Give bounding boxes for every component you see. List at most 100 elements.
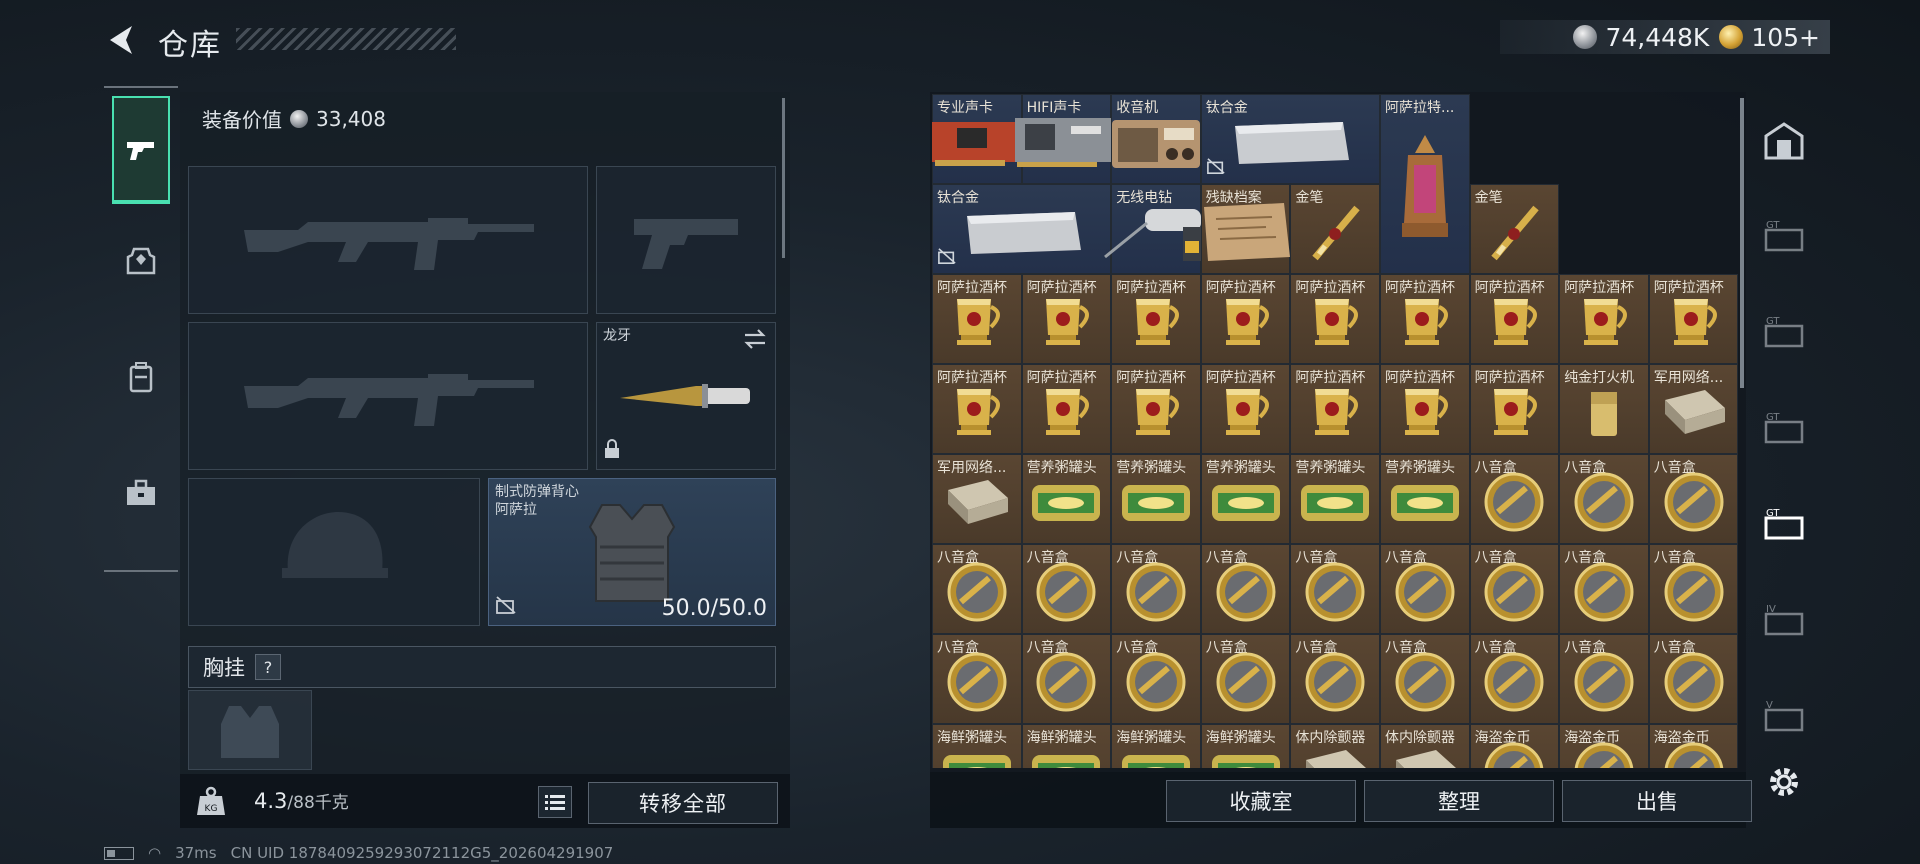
transfer-all-button[interactable]: 转移全部 (588, 782, 778, 824)
pistol-slot[interactable] (596, 166, 776, 314)
stash-item[interactable]: 营养粥罐头 (1021, 454, 1112, 544)
stash-item[interactable]: 八音盒 (1380, 634, 1470, 724)
stash-item[interactable]: 体内除颤器 (1290, 724, 1380, 768)
stash-item[interactable]: 阿萨拉酒杯 (1021, 364, 1112, 454)
help-button[interactable]: ? (255, 654, 281, 680)
stash-item[interactable]: 阿萨拉酒杯 (1380, 274, 1470, 364)
stash-item[interactable]: 八音盒 (1200, 634, 1291, 724)
tab-stash-gt1[interactable]: GT (1754, 188, 1814, 284)
stash-item[interactable]: 八音盒 (1648, 634, 1739, 724)
tab-case[interactable] (104, 436, 178, 552)
tab-weapons[interactable] (112, 96, 170, 204)
stash-item[interactable]: 八音盒 (1021, 544, 1112, 634)
stash-item[interactable]: 钛合金 (932, 184, 1112, 274)
stash-item[interactable]: 八音盒 (1469, 454, 1560, 544)
stash-item[interactable]: 海鲜粥罐头 (1200, 724, 1291, 768)
gold-currency[interactable]: 105+ (1719, 23, 1820, 52)
stash-item[interactable]: 海盗金币 (1469, 724, 1560, 768)
tab-gear[interactable] (104, 204, 178, 320)
stash-item[interactable]: 八音盒 (1469, 544, 1560, 634)
tab-backpack[interactable] (104, 320, 178, 436)
helmet-slot[interactable] (188, 478, 480, 626)
module-icon (1390, 744, 1460, 768)
stash-item[interactable]: 八音盒 (1559, 544, 1649, 634)
tab-stash-gt3[interactable]: GT (1754, 380, 1814, 476)
stash-item[interactable]: 阿萨拉酒杯 (1290, 274, 1380, 364)
primary-weapon-slot[interactable] (188, 166, 588, 314)
stash-item[interactable]: 阿萨拉酒杯 (932, 364, 1022, 454)
chest-rig-slot[interactable] (188, 690, 312, 770)
stash-item[interactable]: 营养粥罐头 (1290, 454, 1380, 544)
musicbox-icon (1303, 560, 1367, 628)
stash-item[interactable]: 阿萨拉酒杯 (1200, 274, 1291, 364)
stash-item[interactable]: 金笔 (1469, 184, 1560, 274)
list-view-button[interactable] (538, 786, 572, 818)
stash-item[interactable]: 八音盒 (1290, 544, 1380, 634)
stash-item[interactable]: 海盗金币 (1648, 724, 1739, 768)
stash-item[interactable]: 残缺档案 (1200, 184, 1291, 274)
stash-item[interactable]: 体内除颤器 (1380, 724, 1470, 768)
stash-item[interactable]: 钛合金 (1200, 94, 1380, 184)
stash-item[interactable]: 阿萨拉酒杯 (1111, 364, 1201, 454)
stash-item[interactable]: 阿萨拉酒杯 (1559, 274, 1649, 364)
stash-item[interactable]: 金笔 (1290, 184, 1380, 274)
stash-item[interactable]: 阿萨拉酒杯 (1200, 364, 1291, 454)
stash-item[interactable]: 海鲜粥罐头 (932, 724, 1022, 768)
tab-stash-iv[interactable]: IV (1754, 572, 1814, 668)
stash-item[interactable]: 收音机 (1111, 94, 1201, 184)
stash-item[interactable]: 专业声卡 (932, 94, 1022, 184)
secondary-weapon-slot[interactable] (188, 322, 588, 470)
stash-item[interactable]: 八音盒 (1111, 544, 1201, 634)
stash-scrollbar[interactable] (1740, 98, 1744, 388)
stash-item[interactable]: 八音盒 (1469, 634, 1560, 724)
stash-item[interactable]: 阿萨拉酒杯 (1021, 274, 1112, 364)
stash-item[interactable]: 军用网络... (932, 454, 1022, 544)
stash-item[interactable]: 八音盒 (1380, 544, 1470, 634)
stash-item[interactable]: 海鲜粥罐头 (1111, 724, 1201, 768)
stash-item[interactable]: 无线电钻 (1104, 184, 1201, 274)
stash-item[interactable]: 阿萨拉特... (1380, 94, 1470, 274)
back-button[interactable] (104, 22, 140, 58)
stash-item[interactable]: 营养粥罐头 (1380, 454, 1470, 544)
stash-item[interactable]: 阿萨拉酒杯 (1111, 274, 1201, 364)
stash-item[interactable]: 海盗金币 (1559, 724, 1649, 768)
tab-stash-gt4-active[interactable]: GT (1754, 476, 1814, 572)
stash-item[interactable]: 八音盒 (1111, 634, 1201, 724)
stash-item[interactable]: 营养粥罐头 (1200, 454, 1291, 544)
stash-item[interactable]: 八音盒 (1648, 454, 1739, 544)
stash-item-name: 营养粥罐头 (1116, 460, 1187, 476)
tab-stash-v[interactable]: V (1754, 668, 1814, 764)
stash-item[interactable]: 八音盒 (1200, 544, 1291, 634)
stash-item[interactable]: 八音盒 (932, 634, 1022, 724)
stash-item[interactable]: 八音盒 (1559, 454, 1649, 544)
settings-button[interactable] (1764, 762, 1804, 802)
stash-item[interactable]: 营养粥罐头 (1111, 454, 1201, 544)
stash-item[interactable]: 八音盒 (1559, 634, 1649, 724)
collection-room-button[interactable]: 收藏室 (1166, 780, 1356, 822)
silver-coin-icon (290, 109, 308, 128)
battery-icon (104, 846, 134, 860)
stash-item[interactable]: 八音盒 (932, 544, 1022, 634)
chest-rig-label: 胸挂 (203, 656, 245, 680)
stash-item[interactable]: 阿萨拉酒杯 (1380, 364, 1470, 454)
stash-item[interactable]: 阿萨拉酒杯 (1469, 274, 1560, 364)
stash-item[interactable]: 八音盒 (1290, 634, 1380, 724)
stash-item[interactable]: 阿萨拉酒杯 (1290, 364, 1380, 454)
tab-stash-gt2[interactable]: GT (1754, 284, 1814, 380)
stash-item[interactable]: 八音盒 (1021, 634, 1112, 724)
melee-slot[interactable]: 龙牙 (596, 322, 776, 470)
stash-item[interactable]: 八音盒 (1648, 544, 1739, 634)
stash-item[interactable]: 阿萨拉酒杯 (932, 274, 1022, 364)
stash-item[interactable]: 阿萨拉酒杯 (1648, 274, 1739, 364)
sort-button[interactable]: 整理 (1364, 780, 1554, 822)
stash-item[interactable]: 海鲜粥罐头 (1021, 724, 1112, 768)
stash-item[interactable]: 纯金打火机 (1559, 364, 1649, 454)
body-armor-slot[interactable]: 制式防弹背心 阿萨拉 50.0/50.0 (488, 478, 776, 626)
sell-button[interactable]: 出售 (1562, 780, 1752, 822)
musicbox-icon (1482, 650, 1546, 718)
stash-item[interactable]: 阿萨拉酒杯 (1469, 364, 1560, 454)
stash-item[interactable]: 军用网络... (1648, 364, 1739, 454)
tab-stash-main[interactable] (1754, 92, 1814, 188)
equipment-scrollbar[interactable] (782, 98, 785, 258)
stash-item[interactable]: HIFI声卡 (1015, 94, 1116, 184)
